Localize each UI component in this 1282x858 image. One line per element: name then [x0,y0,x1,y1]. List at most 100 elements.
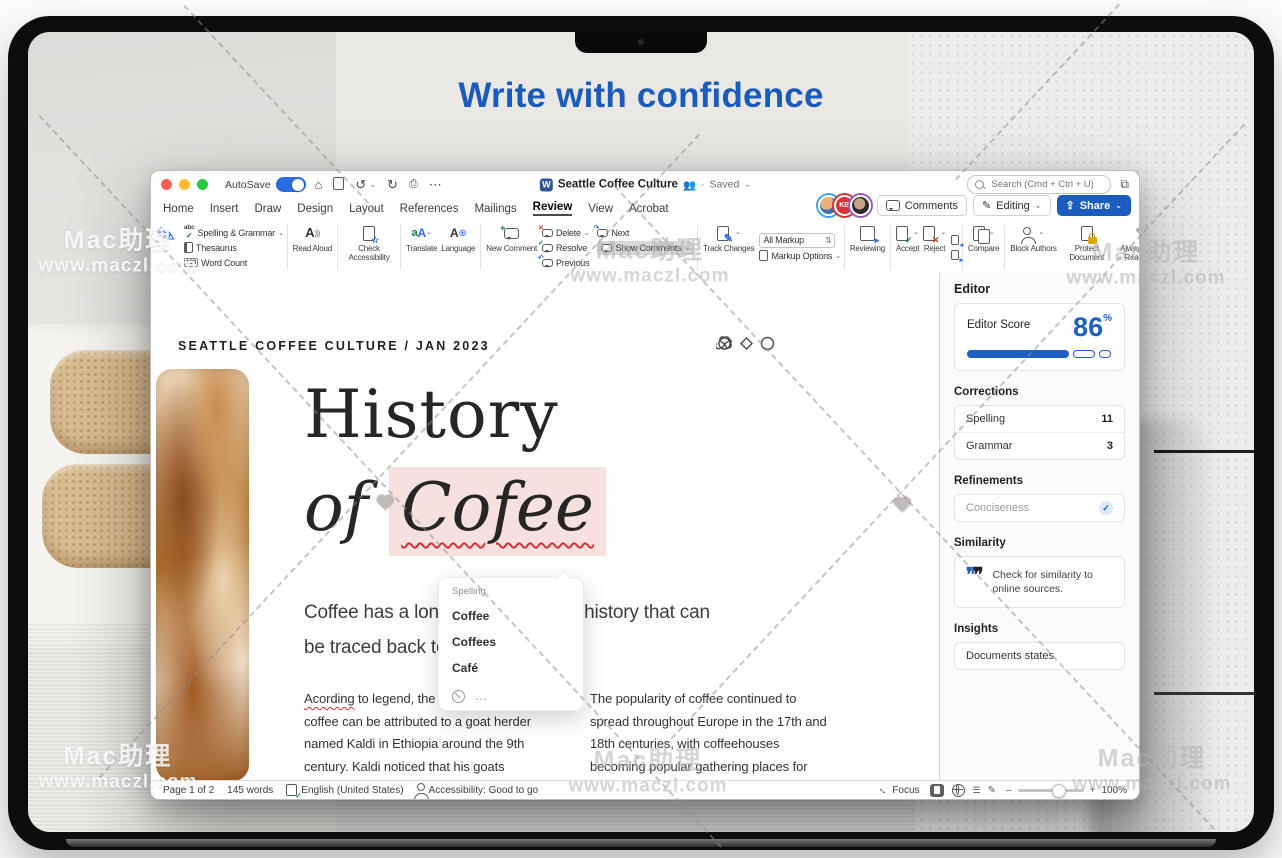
minimize-button[interactable] [179,179,190,190]
editor-panel: Editor Editor Score 86% [940,273,1139,781]
read-aloud-button[interactable]: A)))Read Aloud [291,221,334,274]
saved-status[interactable]: Saved [710,179,740,191]
column-right: The popularity of coffee continued to sp… [590,688,828,778]
zoom-slider-knob[interactable] [1052,784,1066,798]
markup-options-button[interactable]: Markup Options⌄ [759,249,840,263]
delete-comment-icon: ✕ [542,229,553,237]
zoom-level[interactable]: 100% [1101,785,1127,796]
misspelled-word-acording[interactable]: Acording [304,691,355,706]
protect-document-button[interactable]: Protect Document [1059,221,1115,274]
undo-chevron-icon[interactable]: ⌄ [369,180,376,189]
suggestion-coffees[interactable]: Coffees [452,629,570,655]
document-canvas[interactable]: SEATTLE COFFEE CULTURE / JAN 2023 Histor… [151,273,940,781]
previous-comment-button[interactable]: ↶Previous [542,256,590,270]
tab-draw[interactable]: Draw [254,203,281,215]
insights-card: Documents states [954,642,1125,670]
tab-references[interactable]: References [400,203,459,215]
outline-view-button[interactable]: ☰ [973,785,980,796]
avatar[interactable] [850,195,871,216]
compare-button[interactable]: ⌄Compare [966,221,1002,274]
document-kicker: SEATTLE COFFEE CULTURE / JAN 2023 [178,339,490,353]
background-photo-edge [1154,692,1254,695]
spelling-grammar-button[interactable]: abc✓Spelling & Grammar⌄ [184,226,284,240]
zoom-out-button[interactable]: – [1006,785,1012,796]
check-accessibility-button[interactable]: ☆Check Accessibility [341,221,397,274]
close-button[interactable] [161,179,172,190]
connect-icon[interactable]: ⧉ [1120,177,1129,192]
undo-icon[interactable]: ↺ [355,177,366,193]
print-layout-view-button[interactable] [930,784,944,797]
ignore-icon[interactable] [452,690,465,703]
tab-layout[interactable]: Layout [349,203,384,215]
draft-view-button[interactable]: ✎ [988,785,996,796]
quick-access-toolbar: ⌂ ↺⌄ ↻ ⎙ ⋯ [315,177,442,193]
popup-title: Spelling [452,586,570,597]
proofing-icon: ✓ [286,784,297,796]
thesaurus-button[interactable]: Thesaurus [184,241,284,255]
shared-people-icon[interactable]: 👥 [683,178,696,191]
markup-view-select[interactable]: All Markup⇅ [759,233,835,248]
insights-title: Insights [954,623,1125,635]
block-authors-button[interactable]: ⌄Block Authors [1008,221,1058,274]
misspelled-word[interactable]: Cofee [389,467,606,556]
word-count-status[interactable]: 145 words [227,785,273,796]
reject-change-button[interactable]: ✕⌄Reject [921,221,948,274]
next-change-button[interactable]: ▸ [951,248,959,262]
collaboration-cluster: KB Comments ✎Editing⌄ ⇪Share⌄ [818,195,1131,216]
accessibility-status[interactable]: Accessibility: Good to go [417,783,539,798]
always-open-read-only-button[interactable]: ✎⊘Always Open Read-Only [1115,221,1139,274]
share-button[interactable]: ⇪Share⌄ [1057,195,1132,216]
correction-row-grammar[interactable]: Grammar 3 [955,432,1124,459]
suggestion-coffee[interactable]: Coffee [452,603,570,629]
web-layout-view-button[interactable] [952,784,965,797]
save-icon[interactable] [333,177,344,193]
next-comment-button[interactable]: ↷Next [597,226,694,240]
search-icon [975,180,984,189]
more-options[interactable]: … [475,689,487,703]
tab-review[interactable]: Review [533,201,573,216]
page-indicator[interactable]: Page 1 of 2 [163,785,214,796]
zoom-in-button[interactable]: + [1090,785,1096,796]
delete-comment-button[interactable]: ✕Delete⌄ [542,226,590,240]
saved-chevron-icon[interactable]: ⌄ [744,181,750,189]
correction-row-spelling[interactable]: Spelling 11 [955,406,1124,432]
editing-mode-button[interactable]: ✎Editing⌄ [973,195,1051,216]
redo-icon[interactable]: ↻ [387,177,398,193]
tab-mailings[interactable]: Mailings [474,203,516,215]
track-changes-button[interactable]: ✎⌄Track Changes [701,221,756,274]
language-icon: A [450,227,458,241]
latte-art-image [156,369,249,781]
translate-button[interactable]: aA⌄Translate [404,221,439,274]
comments-button[interactable]: Comments [877,195,967,216]
accept-change-button[interactable]: ✓⌄Accept [894,221,921,274]
suggestion-cafe[interactable]: Café [452,655,570,681]
home-icon[interactable]: ⌂ [315,177,323,192]
language-status[interactable]: ✓English (United States) [286,784,403,796]
check-icon: ✓ [1099,501,1113,515]
resolve-comment-button[interactable]: ✓Resolve [542,241,590,255]
language-button[interactable]: A⊕Language [439,221,477,274]
tab-design[interactable]: Design [297,203,333,215]
search-input[interactable] [989,178,1103,191]
new-comment-button[interactable]: +New Comment [484,221,539,274]
insights-row[interactable]: Documents states [955,643,1124,669]
autosave-toggle[interactable] [276,177,306,192]
fullscreen-button[interactable] [197,179,208,190]
document-title[interactable]: Seattle Coffee Culture [558,179,678,191]
focus-mode-button[interactable]: ↔Focus [878,785,919,796]
refinement-row-conciseness[interactable]: Conciseness ✓ [955,495,1124,521]
score-segment-filled [967,350,1069,358]
tab-view[interactable]: View [588,203,613,215]
show-comments-button[interactable]: Show Comments⌄ [597,241,694,255]
tab-acrobat[interactable]: Acrobat [629,203,669,215]
tab-home[interactable]: Home [163,203,194,215]
more-commands-icon[interactable]: ⋯ [429,177,442,193]
search-field[interactable] [967,175,1111,194]
previous-change-button[interactable]: ◂ [951,233,959,247]
word-count-button[interactable]: 123Word Count [184,256,284,270]
reviewing-pane-button[interactable]: ▸Reviewing [848,221,887,274]
tab-insert[interactable]: Insert [210,203,239,215]
print-icon[interactable]: ⎙ [409,178,418,191]
zoom-slider[interactable] [1018,789,1084,792]
similarity-card[interactable]: ❞❞ Check for similarity to online source… [954,556,1125,608]
